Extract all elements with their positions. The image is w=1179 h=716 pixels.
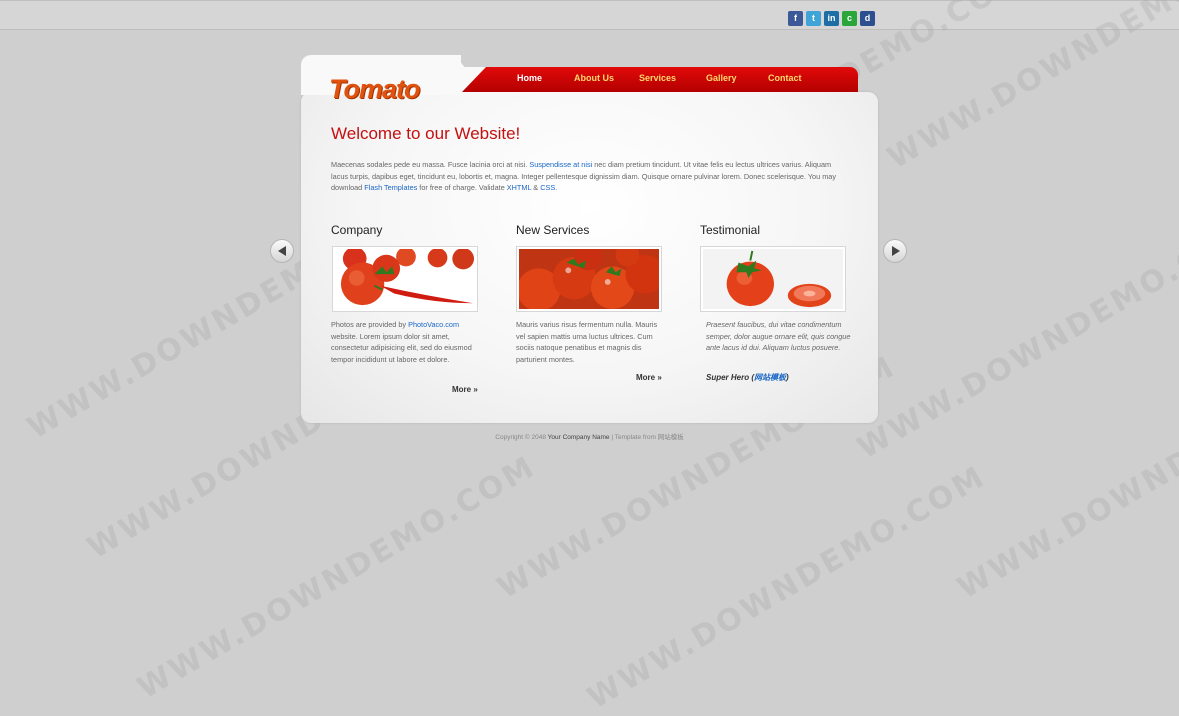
site-logo[interactable]: Tomato — [329, 74, 420, 105]
testimonial-author: Super Hero (网站模板) — [706, 373, 789, 382]
top-bar: f t in c d — [0, 0, 1179, 30]
footer-company-name: Your Company Name — [547, 434, 610, 441]
nav-home[interactable]: Home — [517, 73, 542, 83]
watermark-text: WWW.DOWNDEMO.COM — [951, 348, 1179, 607]
nav-contact[interactable]: Contact — [768, 73, 802, 83]
main-nav: Home About Us Services Gallery Contact — [462, 67, 858, 92]
intro-link-suspendisse[interactable]: Suspendisse at nisi — [529, 160, 592, 169]
nav-gallery[interactable]: Gallery — [706, 73, 737, 83]
services-title: New Services — [516, 223, 590, 237]
intro-paragraph: Maecenas sodales pede eu massa. Fusce la… — [331, 160, 836, 193]
intro-link-css[interactable]: CSS — [540, 183, 555, 192]
testimonial-title: Testimonial — [700, 223, 761, 237]
delicious-icon[interactable]: d — [860, 11, 875, 26]
facebook-icon[interactable]: f — [788, 11, 803, 26]
company-text: Photos are provided by PhotoVaco.com web… — [331, 320, 472, 364]
watermark-text: WWW.DOWNDEMO.COM — [581, 458, 993, 716]
testimonial-text: Praesent faucibus, dui vitae condimentum… — [706, 320, 851, 353]
nav-services[interactable]: Services — [639, 73, 676, 83]
stumbleupon-icon[interactable]: c — [842, 11, 857, 26]
page-title: Welcome to our Website! — [331, 124, 521, 143]
arrow-left-icon — [278, 246, 286, 256]
testimonial-image — [700, 246, 846, 312]
services-more-link[interactable]: More » — [636, 373, 662, 382]
next-arrow-button[interactable] — [883, 239, 907, 263]
nav-about[interactable]: About Us — [574, 73, 614, 83]
services-image — [516, 246, 662, 312]
company-title: Company — [331, 223, 383, 237]
prev-arrow-button[interactable] — [270, 239, 294, 263]
footer: Copyright © 2048 Your Company Name | Tem… — [495, 434, 684, 441]
arrow-right-icon — [892, 246, 900, 256]
watermark-text: WWW.DOWNDEMO.COM — [131, 448, 543, 707]
nav-left-slant — [462, 67, 486, 92]
company-image — [332, 246, 478, 312]
twitter-icon[interactable]: t — [806, 11, 821, 26]
company-more-link[interactable]: More » — [452, 385, 478, 394]
linkedin-icon[interactable]: in — [824, 11, 839, 26]
intro-link-flash-templates[interactable]: Flash Templates — [364, 183, 417, 192]
intro-link-xhtml[interactable]: XHTML — [507, 183, 531, 192]
social-icons: f t in c d — [788, 11, 875, 26]
testimonial-author-link[interactable]: 网站模板 — [754, 373, 786, 382]
services-text: Mauris varius risus fermentum nulla. Mau… — [516, 320, 658, 364]
photovaco-link[interactable]: PhotoVaco.com — [408, 320, 459, 329]
footer-source-link[interactable]: 网站模板 — [658, 434, 684, 441]
